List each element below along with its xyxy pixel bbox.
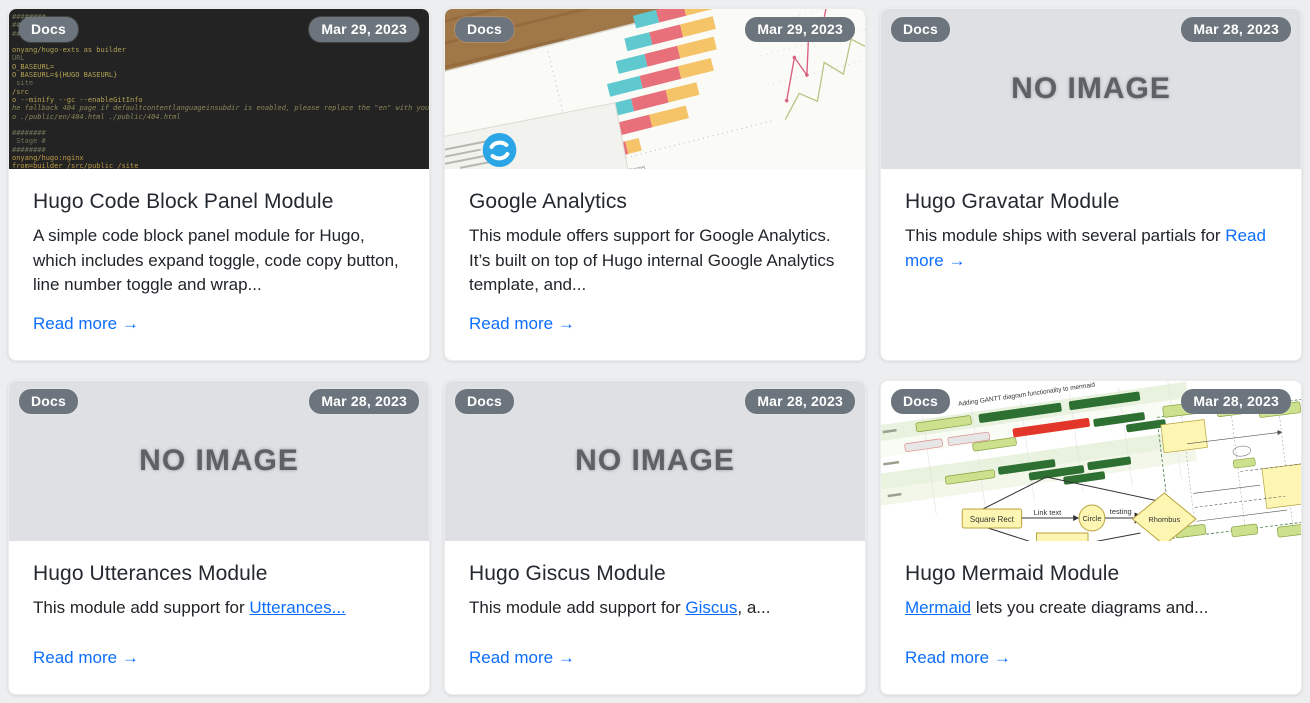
- card-image-placeholder: Docs Mar 28, 2023 NO IMAGE: [881, 9, 1301, 169]
- read-more-link[interactable]: Read more →: [469, 648, 575, 668]
- card-body: Hugo Mermaid Module Mermaid lets you cre…: [881, 541, 1301, 694]
- flowchart-node-label: Square Rect: [970, 515, 1015, 524]
- category-badge: Docs: [891, 389, 950, 414]
- code-line-group: onyang/hugo:nginx from=builder /src/publ…: [12, 154, 138, 169]
- code-line-group: he fallback 404 page if defaultcontentla…: [12, 104, 429, 120]
- flowchart-node-label: Rhombus: [1148, 515, 1180, 524]
- giscus-link[interactable]: Giscus: [685, 598, 737, 617]
- date-badge: Mar 29, 2023: [309, 17, 419, 42]
- date-badge: Mar 28, 2023: [745, 389, 855, 414]
- card-title: Hugo Gravatar Module: [905, 190, 1277, 214]
- read-more-link[interactable]: Read more →: [33, 314, 139, 334]
- no-image-text: NO IMAGE: [139, 444, 299, 478]
- mermaid-link[interactable]: Mermaid: [905, 598, 971, 617]
- code-line-group: site: [12, 79, 33, 87]
- card-image-terminal: Docs Mar 29, 2023 ######## ## #### #####…: [9, 9, 429, 169]
- date-badge: Mar 28, 2023: [1181, 389, 1291, 414]
- card-mermaid: Docs Mar 28, 2023 Adding GANTT diagram f…: [880, 380, 1302, 695]
- code-line-group: URL: [12, 54, 25, 62]
- card-image-placeholder: Docs Mar 28, 2023 NO IMAGE: [445, 381, 865, 541]
- code-line-group: ######## Stage # ########: [12, 129, 46, 154]
- description-text: This module ships with several partials …: [905, 226, 1225, 245]
- flowchart-node-label: Circle: [1083, 514, 1102, 523]
- category-badge: Docs: [455, 389, 514, 414]
- flowchart-edge-label: Link text: [1034, 508, 1063, 517]
- card-title: Hugo Code Block Panel Module: [33, 190, 405, 214]
- card-description: This module add support for Giscus, a...: [469, 596, 841, 621]
- read-more-link[interactable]: Read more →: [905, 648, 1011, 668]
- card-body: Hugo Giscus Module This module add suppo…: [445, 541, 865, 694]
- card-giscus: Docs Mar 28, 2023 NO IMAGE Hugo Giscus M…: [444, 380, 866, 695]
- description-text: This module add support for: [33, 598, 249, 617]
- card-body: Hugo Gravatar Module This module ships w…: [881, 169, 1301, 360]
- card-title: Hugo Giscus Module: [469, 562, 841, 586]
- card-description: This module offers support for Google An…: [469, 224, 841, 298]
- read-more-link[interactable]: Read more →: [469, 314, 575, 334]
- code-line-group: /src o --minify --gc --enableGitInfo: [12, 88, 143, 104]
- date-badge: Mar 28, 2023: [309, 389, 419, 414]
- card-description: This module ships with several partials …: [905, 224, 1277, 273]
- card-description: A simple code block panel module for Hug…: [33, 224, 405, 298]
- card-google-analytics: Docs Mar 29, 2023: [444, 8, 866, 361]
- card-utterances: Docs Mar 28, 2023 NO IMAGE Hugo Utteranc…: [8, 380, 430, 695]
- card-body: Hugo Utterances Module This module add s…: [9, 541, 429, 694]
- card-title: Hugo Mermaid Module: [905, 562, 1277, 586]
- date-badge: Mar 28, 2023: [1181, 17, 1291, 42]
- description-text: , a...: [737, 598, 770, 617]
- category-badge: Docs: [19, 389, 78, 414]
- category-badge: Docs: [455, 17, 514, 42]
- no-image-text: NO IMAGE: [575, 444, 735, 478]
- code-line-group: onyang/hugo-exts as builder: [12, 46, 126, 54]
- description-text: lets you create diagrams and...: [971, 598, 1208, 617]
- card-image-photo: Docs Mar 29, 2023: [445, 9, 865, 169]
- date-badge: Mar 29, 2023: [745, 17, 855, 42]
- read-more-link[interactable]: Read more →: [33, 648, 139, 668]
- card-grid: Docs Mar 29, 2023 ######## ## #### #####…: [0, 0, 1310, 703]
- card-title: Hugo Utterances Module: [33, 562, 405, 586]
- utterances-link[interactable]: Utterances...: [249, 598, 345, 617]
- card-body: Hugo Code Block Panel Module A simple co…: [9, 169, 429, 360]
- card-gravatar: Docs Mar 28, 2023 NO IMAGE Hugo Gravatar…: [880, 8, 1302, 361]
- flowchart-edge-label: testing: [1110, 507, 1132, 516]
- card-title: Google Analytics: [469, 190, 841, 214]
- blue-logo: [483, 133, 517, 167]
- card-description: Mermaid lets you create diagrams and...: [905, 596, 1277, 621]
- no-image-text: NO IMAGE: [1011, 72, 1171, 106]
- card-image-diagram: Docs Mar 28, 2023 Adding GANTT diagram f…: [881, 381, 1301, 541]
- category-badge: Docs: [19, 17, 78, 42]
- card-body: Google Analytics This module offers supp…: [445, 169, 865, 360]
- description-text: This module add support for: [469, 598, 685, 617]
- card-code-block-panel: Docs Mar 29, 2023 ######## ## #### #####…: [8, 8, 430, 361]
- category-badge: Docs: [891, 17, 950, 42]
- code-line-group: O_BASEURL= O BASEURL=${HUGO BASEURL}: [12, 63, 117, 79]
- card-description: This module add support for Utterances..…: [33, 596, 405, 621]
- card-image-placeholder: Docs Mar 28, 2023 NO IMAGE: [9, 381, 429, 541]
